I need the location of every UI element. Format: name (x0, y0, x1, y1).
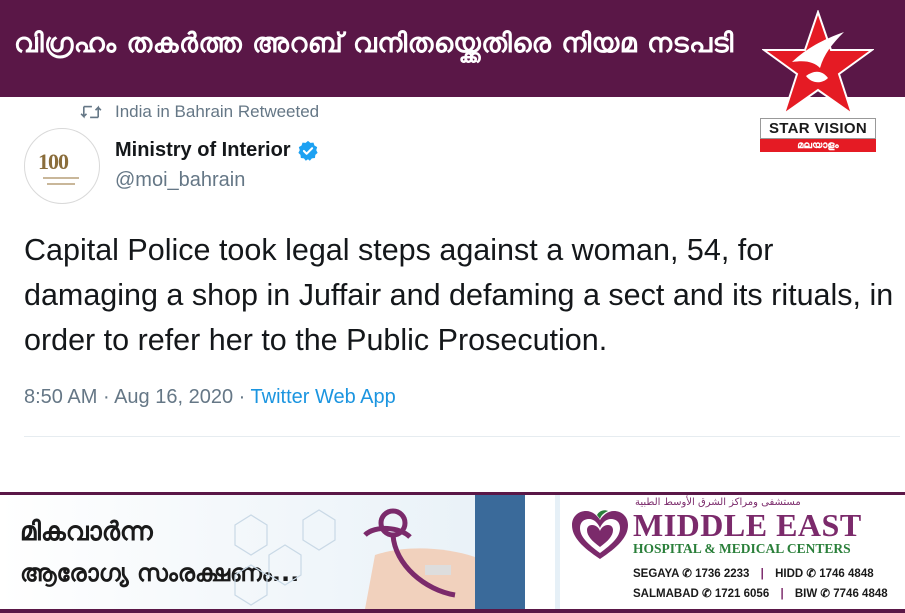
brand-subtitle: HOSPITAL & MEDICAL CENTERS (633, 541, 851, 556)
doctor-stethoscope-image (234, 495, 555, 609)
heart-logo-icon (572, 510, 628, 559)
phone-number: 7746 4848 (833, 588, 888, 600)
tweet-meta: 8:50 AM · Aug 16, 2020 · Twitter Web App (24, 386, 396, 409)
phone-separator: | (780, 588, 784, 600)
ad-banner[interactable]: മികവാർന്ന ആരോഗ്യ സംരക്ഷണം... مستشفى ومرا… (0, 492, 905, 613)
avatar-text: 100 (38, 149, 69, 174)
meta-separator: · (102, 386, 110, 408)
avatar[interactable]: 100 (24, 128, 100, 204)
meta-separator: · (238, 386, 246, 408)
display-name-text: Ministry of Interior (115, 139, 291, 161)
phone-icon: ✆ (682, 568, 692, 580)
phone-place: SALMABAD (633, 588, 699, 600)
headline: വിഗ്രഹം തകർത്ത അറബ് വനിതയ്ക്കെതിരെ നിയമ … (14, 28, 734, 59)
phone-separator: | (760, 568, 764, 580)
ad-right-panel: مستشفى ومراكز الشرق الأوسط الطبية MIDDLE… (560, 495, 905, 609)
phone-icon: ✆ (702, 588, 712, 600)
phone-place: BIW (794, 588, 818, 600)
handle[interactable]: @moi_bahrain (115, 169, 245, 192)
phone-number: 1746 4848 (819, 568, 874, 580)
display-name[interactable]: Ministry of Interior (115, 139, 319, 162)
phone-icon: ✆ (806, 568, 817, 580)
ad-tagline-1: മികവാർന്ന (20, 517, 153, 547)
tweet-time[interactable]: 8:50 AM (24, 386, 97, 408)
phone-number: 1736 2233 (695, 568, 750, 580)
logo-subtitle: മലയാളം (760, 139, 876, 152)
ad-left-panel: മികവാർന്ന ആരോഗ്യ സംരക്ഷണം... (0, 495, 560, 609)
verified-badge-icon (297, 140, 318, 161)
tweet-date[interactable]: Aug 16, 2020 (114, 386, 233, 408)
phone-icon: ✆ (820, 588, 831, 600)
logo-name: STAR VISION (760, 118, 876, 139)
retweet-icon (80, 105, 102, 119)
phone-number: 1721 6056 (714, 588, 770, 600)
divider (24, 436, 900, 437)
avatar-decoration (47, 183, 75, 185)
avatar-decoration (43, 177, 79, 179)
tweet-source-link[interactable]: Twitter Web App (251, 386, 396, 408)
tweet-text: Capital Police took legal steps against … (24, 233, 894, 357)
phone-list: SEGAYA ✆ 1736 2233 | HIDD ✆ 1746 4848 SA… (633, 564, 888, 604)
retweet-label[interactable]: India in Bahrain Retweeted (115, 102, 319, 122)
phone-place: HIDD (775, 568, 804, 580)
retweet-context: India in Bahrain Retweeted (80, 100, 319, 124)
star-logo-icon (762, 10, 874, 117)
phone-row: SEGAYA ✆ 1736 2233 | HIDD ✆ 1746 4848 (633, 564, 888, 584)
phone-row: SALMABAD ✆ 1721 6056 | BIW ✆ 7746 4848 (633, 584, 888, 604)
phone-place: SEGAYA (633, 568, 680, 580)
brand-name: MIDDLE EAST (633, 507, 862, 543)
brand-logo: STAR VISION മലയാളം (760, 118, 876, 152)
